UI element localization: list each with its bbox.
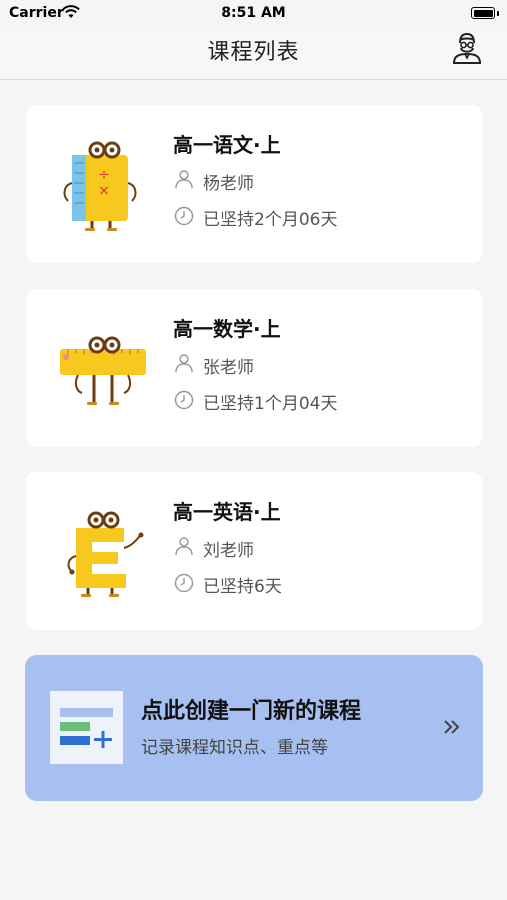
- person-icon: [174, 353, 194, 373]
- teacher-name: 杨老师: [203, 174, 254, 194]
- add-course-icon: [50, 691, 123, 764]
- course-title: 高一数学·上: [173, 317, 281, 341]
- create-course-title: 点此创建一门新的课程: [141, 699, 362, 724]
- clock-icon: [174, 206, 194, 226]
- course-card-chinese[interactable]: ÷ × 高一语文·上 杨老师 已坚持2个月06天: [26, 105, 482, 263]
- battery-icon: [471, 7, 495, 19]
- person-icon: [174, 536, 194, 556]
- create-course-button[interactable]: 点此创建一门新的课程 记录课程知识点、重点等: [25, 655, 483, 801]
- navigation-bar: 课程列表: [0, 28, 507, 80]
- persistence-duration: 已坚持1个月04天: [203, 394, 338, 414]
- user-avatar-icon: [452, 32, 482, 64]
- status-bar: Carrier 8:51 AM: [0, 0, 507, 28]
- svg-text:÷: ÷: [98, 167, 110, 183]
- letter-e-mascot-icon: [52, 500, 152, 600]
- ruler-mascot-icon: [52, 317, 152, 417]
- course-title: 高一英语·上: [173, 500, 281, 524]
- clock-icon: [174, 390, 194, 410]
- course-title: 高一语文·上: [173, 133, 281, 157]
- clock-icon: [174, 573, 194, 593]
- book-mascot-icon: ÷ ×: [52, 133, 152, 233]
- profile-button[interactable]: [451, 31, 483, 65]
- persistence-duration: 已坚持6天: [203, 577, 282, 597]
- teacher-name: 张老师: [203, 358, 254, 378]
- clock-time: 8:51 AM: [221, 5, 286, 21]
- battery-cap: [497, 11, 499, 16]
- svg-text:×: ×: [98, 183, 110, 199]
- teacher-name: 刘老师: [203, 541, 254, 561]
- double-chevron-right-icon: [441, 716, 463, 738]
- course-card-english[interactable]: 高一英语·上 刘老师 已坚持6天: [26, 472, 482, 630]
- page-title: 课程列表: [207, 40, 300, 65]
- create-course-subtitle: 记录课程知识点、重点等: [141, 738, 328, 758]
- course-card-math[interactable]: 高一数学·上 张老师 已坚持1个月04天: [26, 289, 482, 447]
- person-icon: [174, 169, 194, 189]
- persistence-duration: 已坚持2个月06天: [203, 210, 338, 230]
